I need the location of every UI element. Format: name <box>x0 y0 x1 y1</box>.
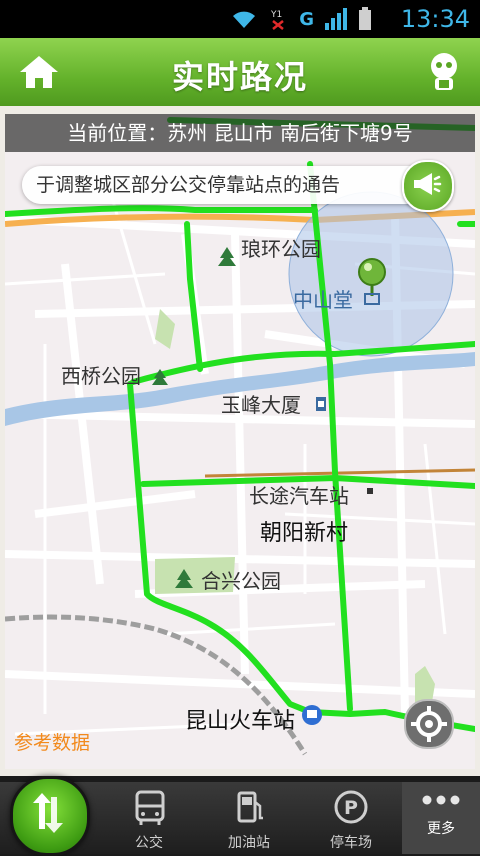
more-label: 更多 <box>427 821 455 837</box>
no-signal-icon: Y1 <box>270 10 284 30</box>
reference-data-label: 参考数据 <box>14 732 91 754</box>
status-bar: Y1 G 13:34 <box>0 0 480 38</box>
map-label-hexing-park: 合兴公园 <box>201 569 281 593</box>
map-label-yufeng-tower: 玉峰大厦 <box>221 393 301 417</box>
status-time: 13:34 <box>400 5 470 33</box>
page-title: 实时路况 <box>171 58 308 96</box>
svg-text:Y1: Y1 <box>270 10 282 20</box>
status-icons: Y1 G <box>229 6 372 32</box>
map-canvas <box>5 117 475 756</box>
traffic-map[interactable]: 琅环公园 中山堂 西桥公园 玉峰大厦 长途汽车站 朝阳新村 合兴公园 昆山火车站 <box>5 114 475 769</box>
tab-gas-station[interactable]: 加油站 <box>204 788 294 851</box>
signal-icon <box>325 8 347 30</box>
map-label-chaoyang: 朝阳新村 <box>260 521 349 546</box>
notice-button[interactable] <box>402 160 454 212</box>
locate-target-icon <box>411 706 447 742</box>
notice-banner[interactable]: 于调整城区部分公交停靠站点的通告 <box>22 160 454 212</box>
locate-button[interactable] <box>404 699 454 749</box>
battery-icon <box>359 7 371 30</box>
tab-parking[interactable]: P 停车场 <box>306 788 396 851</box>
more-button[interactable]: 更多 <box>402 782 480 854</box>
notice-text: 于调整城区部分公交停靠站点的通告 <box>36 174 341 196</box>
map-label-langhuan-park: 琅环公园 <box>241 237 321 261</box>
tab-gas-station-label: 加油站 <box>228 835 270 851</box>
traffic-toggle-button[interactable] <box>10 776 90 856</box>
user-button[interactable] <box>422 50 466 94</box>
map-frame: 琅环公园 中山堂 西桥公园 玉峰大厦 长途汽车站 朝阳新村 合兴公园 昆山火车站… <box>0 106 480 776</box>
map-label-zhongshan-hall: 中山堂 <box>293 288 353 312</box>
map-label-xiqiao-park: 西桥公园 <box>61 364 141 388</box>
map-label-train-station: 昆山火车站 <box>185 709 296 734</box>
tab-bus-label: 公交 <box>135 835 163 851</box>
tab-parking-label: 停车场 <box>330 835 372 851</box>
traffic-arrows-icon <box>33 793 63 833</box>
parking-icon: P <box>334 790 368 824</box>
tab-bus[interactable]: 公交 <box>104 788 194 851</box>
megaphone-icon <box>414 173 442 195</box>
carrier-badge: G <box>299 8 314 30</box>
map-label-bus-station: 长途汽车站 <box>249 484 349 508</box>
bus-icon <box>135 790 165 825</box>
current-location-bar: 当前位置：苏州 昆山市 南后街下塘9号 <box>5 114 475 152</box>
more-dots-icon <box>422 795 460 805</box>
fuel-pump-icon <box>237 791 263 823</box>
user-icon <box>431 53 457 90</box>
svg-text:P: P <box>344 797 358 819</box>
app-header: 实时路况 <box>0 38 480 108</box>
wifi-icon <box>233 11 256 28</box>
bottom-toolbar: 公交 加油站 P 停车场 更多 <box>0 776 480 856</box>
